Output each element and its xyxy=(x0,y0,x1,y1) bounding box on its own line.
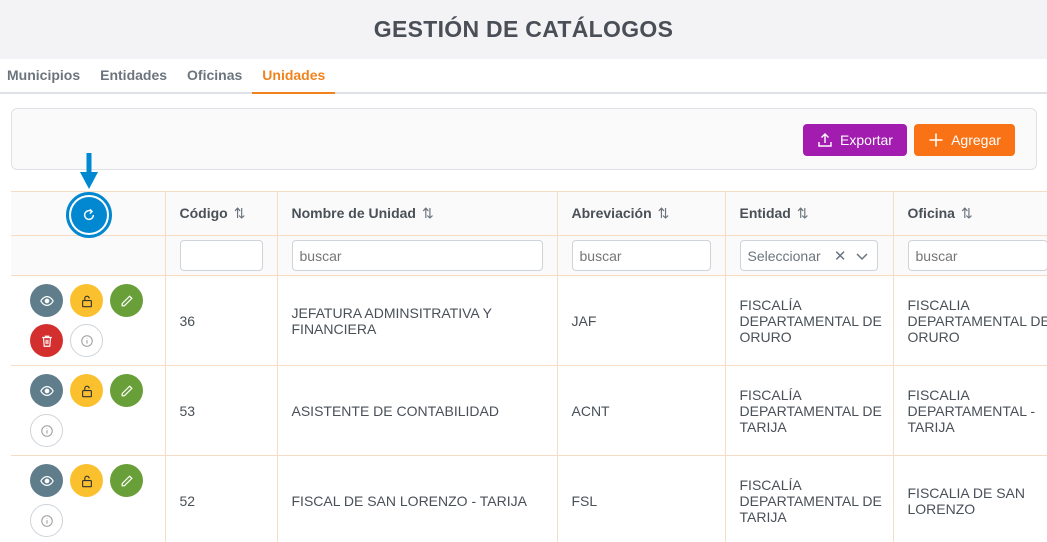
column-header-oficina[interactable]: Oficina ⇅ xyxy=(893,191,1047,236)
codigo-filter-input[interactable] xyxy=(179,240,263,271)
row-actions xyxy=(25,374,155,447)
info-icon xyxy=(80,334,93,347)
entidad-cell: FISCALÍA DEPARTAMENTAL DE TARIJA xyxy=(725,455,894,542)
sort-icon: ⇅ xyxy=(657,205,670,222)
nombre-cell: FISCAL DE SAN LORENZO - TARIJA xyxy=(277,455,558,542)
add-button[interactable]: Agregar xyxy=(914,124,1015,156)
info-icon xyxy=(40,424,53,437)
pencil-icon xyxy=(121,294,133,306)
trash-icon xyxy=(41,335,52,347)
add-label: Agregar xyxy=(951,132,1001,148)
arrow-down-icon xyxy=(80,153,98,189)
column-header-entidad[interactable]: Entidad ⇅ xyxy=(725,191,894,236)
upload-icon xyxy=(818,133,832,147)
unlock-icon xyxy=(81,475,92,487)
unlock-icon xyxy=(81,295,92,307)
sort-icon: ⇅ xyxy=(796,205,809,222)
oficina-filter-input[interactable] xyxy=(907,240,1047,271)
oficina-cell: FISCALIA DEPARTAMENTAL - TARIJA xyxy=(893,365,1047,456)
view-button[interactable] xyxy=(30,464,63,497)
page-title: GESTIÓN DE CATÁLOGOS xyxy=(373,16,674,42)
eye-icon xyxy=(39,475,54,486)
entidad-cell: FISCALÍA DEPARTAMENTAL DE ORURO xyxy=(725,275,894,366)
toolbar: Exportar Agregar xyxy=(11,108,1037,170)
export-button[interactable]: Exportar xyxy=(803,124,907,156)
delete-button[interactable] xyxy=(30,324,63,357)
abreviacion-cell: FSL xyxy=(557,455,726,542)
info-button[interactable] xyxy=(70,324,103,357)
unlock-button[interactable] xyxy=(70,374,103,407)
tab-entidades[interactable]: Entidades xyxy=(90,57,177,92)
row-actions xyxy=(25,284,155,357)
info-button[interactable] xyxy=(30,414,63,447)
column-header-nombre[interactable]: Nombre de Unidad ⇅ xyxy=(277,191,558,236)
tab-oficinas[interactable]: Oficinas xyxy=(177,57,252,92)
abreviacion-cell: ACNT xyxy=(557,365,726,456)
refresh-highlight xyxy=(66,192,112,238)
codigo-cell: 53 xyxy=(165,365,278,456)
table-row: 36 JEFATURA ADMINSITRATIVA Y FINANCIERA … xyxy=(11,275,1047,366)
codigo-cell: 52 xyxy=(165,455,278,542)
tab-bar: Municipios Entidades Oficinas Unidades xyxy=(0,59,1047,94)
page-header: GESTIÓN DE CATÁLOGOS xyxy=(0,0,1047,59)
abreviacion-filter-input[interactable] xyxy=(571,240,711,271)
view-button[interactable] xyxy=(30,284,63,317)
pencil-icon xyxy=(121,384,133,396)
abreviacion-cell: JAF xyxy=(557,275,726,366)
column-header-abreviacion[interactable]: Abreviación ⇅ xyxy=(557,191,726,236)
tab-unidades[interactable]: Unidades xyxy=(252,59,336,94)
table-row: 52 FISCAL DE SAN LORENZO - TARIJA FSL FI… xyxy=(11,455,1047,542)
oficina-cell: FISCALIA DEPARTAMENTAL DE ORURO xyxy=(893,275,1047,366)
nombre-cell: ASISTENTE DE CONTABILIDAD xyxy=(277,365,558,456)
nombre-cell: JEFATURA ADMINSITRATIVA Y FINANCIERA xyxy=(277,275,558,366)
oficina-cell: FISCALIA DE SAN LORENZO xyxy=(893,455,1047,542)
table-row: 53 ASISTENTE DE CONTABILIDAD ACNT FISCAL… xyxy=(11,365,1047,456)
view-button[interactable] xyxy=(30,374,63,407)
column-header-codigo[interactable]: Código ⇅ xyxy=(165,191,278,236)
row-actions xyxy=(25,464,155,537)
info-button[interactable] xyxy=(30,504,63,537)
eye-icon xyxy=(39,295,54,306)
sort-icon: ⇅ xyxy=(421,205,434,222)
unlock-button[interactable] xyxy=(70,284,103,317)
refresh-button[interactable] xyxy=(71,197,107,233)
clear-icon[interactable]: ✕ xyxy=(834,247,847,265)
unlock-button[interactable] xyxy=(70,464,103,497)
nombre-filter-input[interactable] xyxy=(291,240,543,271)
refresh-icon xyxy=(83,208,95,221)
codigo-cell: 36 xyxy=(165,275,278,366)
info-icon xyxy=(40,514,53,527)
tab-municipios[interactable]: Municipios xyxy=(0,57,90,92)
eye-icon xyxy=(39,385,54,396)
chevron-down-icon xyxy=(855,252,868,260)
edit-button[interactable] xyxy=(110,464,143,497)
units-table: Código ⇅ Nombre de Unidad ⇅ Abreviación ⇅ E… xyxy=(11,191,1047,542)
entidad-cell: FISCALÍA DEPARTAMENTAL DE TARIJA xyxy=(725,365,894,456)
entidad-filter-select[interactable]: Seleccionar ✕ xyxy=(739,240,878,271)
edit-button[interactable] xyxy=(110,284,143,317)
pencil-icon xyxy=(121,474,133,486)
sort-icon: ⇅ xyxy=(233,205,246,222)
export-label: Exportar xyxy=(840,132,893,148)
unlock-icon xyxy=(81,385,92,397)
sort-icon: ⇅ xyxy=(960,205,973,222)
edit-button[interactable] xyxy=(110,374,143,407)
plus-icon xyxy=(929,133,943,147)
